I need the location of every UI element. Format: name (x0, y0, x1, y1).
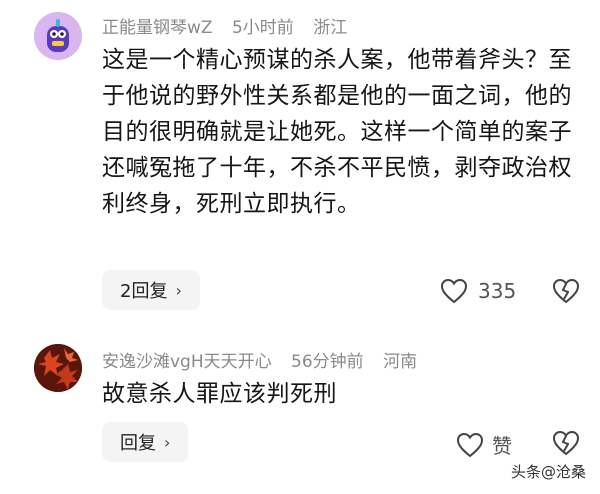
heart-icon (440, 278, 468, 304)
watermark: 头条@沧桑 (510, 461, 586, 482)
like-count: 335 (478, 279, 517, 303)
comment-text: 这是一个精心预谋的杀人案，他带着斧头？至于他说的野外性关系都是他的一面之词，他的… (102, 47, 572, 217)
comment-item: 正能量钢琴wZ 5小时前 浙江 这是一个精心预谋的杀人案，他带着斧头？至于他说的… (0, 0, 600, 330)
broken-heart-icon (552, 278, 580, 304)
author-name[interactable]: 正能量钢琴wZ (102, 18, 213, 38)
reply-label: 回复 (120, 433, 156, 454)
dislike-button[interactable] (552, 278, 580, 304)
like-button[interactable]: 赞 (456, 430, 512, 459)
like-button[interactable]: 335 (440, 278, 516, 304)
heart-icon (456, 432, 484, 457)
comment-location: 浙江 (313, 18, 348, 38)
author-name[interactable]: 安逸沙滩vgH天天开心 (102, 352, 272, 372)
chevron-right-icon: › (175, 280, 182, 300)
reply-button[interactable]: 2回复 › (102, 270, 200, 310)
comment-time: 56分钟前 (291, 352, 364, 372)
like-label: 赞 (492, 434, 512, 458)
comment-location: 河南 (383, 352, 418, 372)
comment-time: 5小时前 (231, 18, 294, 38)
reply-button[interactable]: 回复 › (102, 422, 189, 462)
red-leaves-icon (34, 344, 82, 392)
dislike-button[interactable] (552, 430, 580, 456)
broken-heart-icon (552, 430, 580, 456)
comment-meta: 安逸沙滩vgH天天开心 56分钟前 河南 (102, 347, 431, 372)
reply-label: 2回复 (120, 281, 168, 302)
avatar[interactable] (34, 344, 82, 392)
avatar[interactable] (34, 12, 82, 60)
comment-text: 故意杀人罪应该判死刑 (102, 381, 337, 407)
comment-meta: 正能量钢琴wZ 5小时前 浙江 (102, 13, 361, 38)
cartoon-character-icon (34, 12, 82, 60)
chevron-right-icon: › (164, 432, 171, 452)
